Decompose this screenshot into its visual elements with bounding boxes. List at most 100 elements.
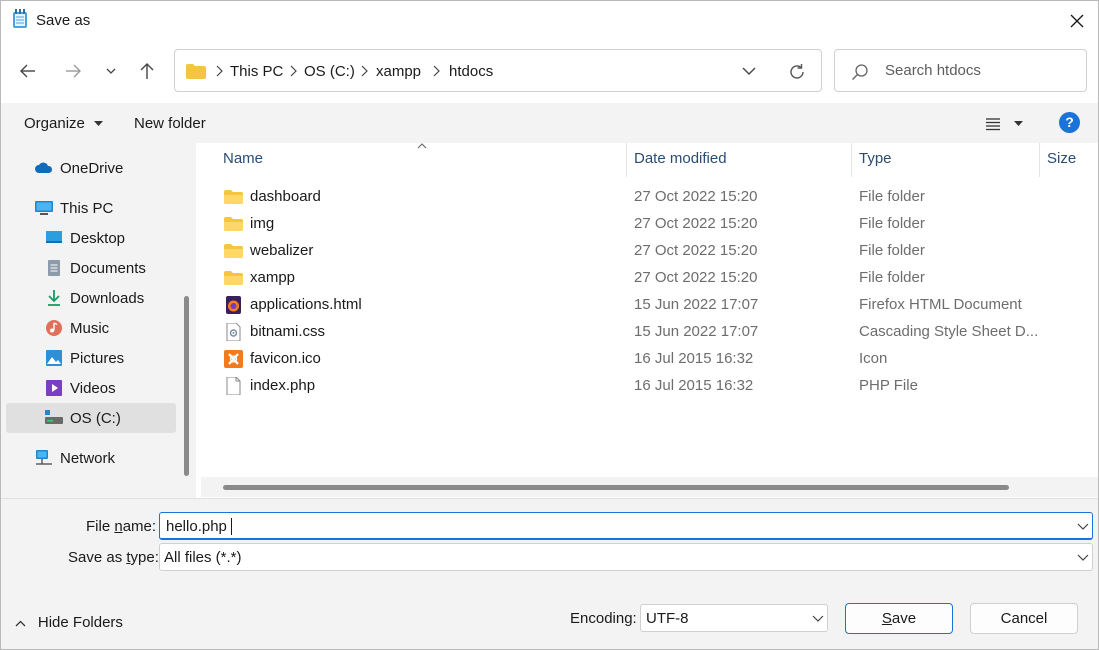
chevron-right-icon (290, 65, 297, 77)
file-row[interactable]: webalizer 27 Oct 2022 15:20 File folder (222, 238, 1082, 265)
file-name: favicon.ico (250, 350, 321, 367)
help-icon[interactable]: ? (1059, 112, 1080, 133)
sidebar-item-os-c[interactable]: OS (C:) (44, 404, 121, 432)
column-divider[interactable] (851, 143, 852, 177)
list-view-icon (986, 118, 1000, 131)
save-type-value: All files (*.*) (164, 549, 242, 566)
breadcrumb-xampp[interactable]: xampp (376, 63, 421, 80)
search-input[interactable] (885, 62, 1075, 79)
save-type-select[interactable]: All files (*.*) (159, 543, 1093, 571)
drive-icon (45, 410, 63, 424)
cancel-button[interactable]: Cancel (970, 603, 1078, 634)
folder-icon (224, 217, 243, 231)
sidebar-item-documents[interactable]: Documents (44, 254, 146, 282)
file-icon (226, 377, 241, 395)
new-folder-button[interactable]: New folder (134, 115, 206, 132)
chevron-down-icon (1077, 554, 1089, 561)
sidebar-item-network[interactable]: Network (34, 444, 115, 472)
file-name-field[interactable]: hello.php (159, 512, 1093, 540)
sidebar-item-label: OneDrive (60, 159, 124, 177)
file-name: dashboard (250, 188, 321, 205)
forward-button[interactable] (56, 54, 90, 88)
horizontal-scrollbar[interactable] (201, 477, 1098, 497)
title-bar: Save as (1, 1, 1098, 41)
network-icon (36, 450, 52, 465)
breadcrumb-this-pc[interactable]: This PC (230, 63, 283, 80)
column-header-type[interactable]: Type (859, 150, 892, 167)
label-part: File (86, 518, 115, 535)
breadcrumb-os-c[interactable]: OS (C:) (304, 63, 355, 80)
sidebar-item-label: Network (60, 449, 116, 467)
file-row[interactable]: favicon.ico 16 Jul 2015 16:32 Icon (222, 346, 1082, 373)
sidebar-item-desktop[interactable]: Desktop (44, 224, 125, 252)
file-type: Icon (859, 350, 888, 367)
file-row[interactable]: img 27 Oct 2022 15:20 File folder (222, 211, 1082, 238)
file-row[interactable]: index.php 16 Jul 2015 16:32 PHP File (222, 373, 1082, 400)
encoding-select[interactable]: UTF-8 (640, 604, 828, 632)
column-divider[interactable] (626, 143, 627, 177)
file-name: applications.html (250, 296, 362, 313)
dialog-footer: Hide Folders Encoding: UTF-8 Save Cancel (1, 580, 1098, 649)
horizontal-scroll-thumb[interactable] (223, 485, 1009, 490)
file-type: File folder (859, 269, 925, 286)
chevron-right-icon (216, 65, 223, 77)
sidebar-item-this-pc[interactable]: This PC (34, 194, 113, 222)
sidebar-scrollbar[interactable] (184, 143, 189, 498)
sidebar-scroll-thumb[interactable] (184, 296, 189, 476)
folder-icon (224, 271, 243, 285)
back-button[interactable] (11, 54, 45, 88)
address-bar[interactable]: This PC OS (C:) xampp htdocs (174, 49, 822, 92)
file-name: img (250, 215, 275, 232)
sidebar-item-downloads[interactable]: Downloads (44, 284, 144, 312)
column-header-name[interactable]: Name (223, 150, 263, 167)
recent-locations-button[interactable] (94, 54, 128, 88)
organize-button[interactable]: Organize (24, 115, 104, 132)
folder-icon (186, 64, 206, 79)
html-file-icon (226, 296, 241, 314)
xampp-icon (224, 350, 243, 368)
hide-folders-button[interactable]: Hide Folders (15, 614, 123, 631)
file-date: 27 Oct 2022 15:20 (634, 269, 758, 286)
label-part: Save as (68, 549, 127, 566)
save-as-dialog: Save as This PC OS (C:) xampp htdocs Sea… (0, 0, 1099, 650)
file-row[interactable]: xampp 27 Oct 2022 15:20 File folder (222, 265, 1082, 292)
save-access-key: S (881, 610, 892, 627)
file-row[interactable]: bitnami.css 15 Jun 2022 17:07 Cascading … (222, 319, 1082, 346)
file-date: 16 Jul 2015 16:32 (634, 350, 754, 367)
chevron-up-icon (15, 620, 26, 627)
sidebar-item-videos[interactable]: Videos (44, 374, 116, 402)
sidebar-item-label: Desktop (70, 229, 126, 247)
command-bar: Organize New folder (1, 103, 1098, 143)
breadcrumb-htdocs[interactable]: htdocs (449, 63, 493, 80)
close-button[interactable] (1055, 3, 1098, 39)
file-date: 15 Jun 2022 17:07 (634, 296, 759, 313)
file-type: Firefox HTML Document (859, 296, 1022, 313)
arrow-right-icon (66, 64, 81, 78)
file-list: Name Date modified Type Size dashboard 2… (196, 143, 1098, 498)
address-dropdown-icon[interactable] (742, 67, 756, 76)
label-access-key: n (114, 518, 123, 535)
view-options-button[interactable] (983, 115, 1029, 133)
sidebar-item-music[interactable]: Music (44, 314, 109, 342)
navigation-pane: OneDrive This PC Desktop Documents Downl… (1, 143, 196, 498)
desktop-icon (46, 231, 62, 243)
file-type: File folder (859, 242, 925, 259)
file-row[interactable]: applications.html 15 Jun 2022 17:07 Fire… (222, 292, 1082, 319)
save-form: File name: hello.php Save as type: All f… (1, 498, 1098, 580)
refresh-icon[interactable] (788, 63, 806, 81)
sidebar-item-label: This PC (60, 199, 114, 217)
sidebar-item-onedrive[interactable]: OneDrive (34, 154, 123, 182)
file-name-label: File name: (86, 518, 156, 535)
chevron-down-icon[interactable] (1077, 523, 1089, 531)
file-date: 27 Oct 2022 15:20 (634, 215, 758, 232)
column-header-date[interactable]: Date modified (634, 150, 727, 167)
save-button[interactable]: Save (845, 603, 953, 634)
file-row[interactable]: dashboard 27 Oct 2022 15:20 File folder (222, 184, 1082, 211)
up-button[interactable] (130, 54, 164, 88)
file-name-input[interactable]: hello.php (166, 518, 227, 535)
column-header-size[interactable]: Size (1047, 150, 1076, 167)
sidebar-item-pictures[interactable]: Pictures (44, 344, 124, 372)
column-divider[interactable] (1039, 143, 1040, 177)
sort-ascending-icon (417, 143, 427, 149)
search-box[interactable] (834, 49, 1087, 92)
